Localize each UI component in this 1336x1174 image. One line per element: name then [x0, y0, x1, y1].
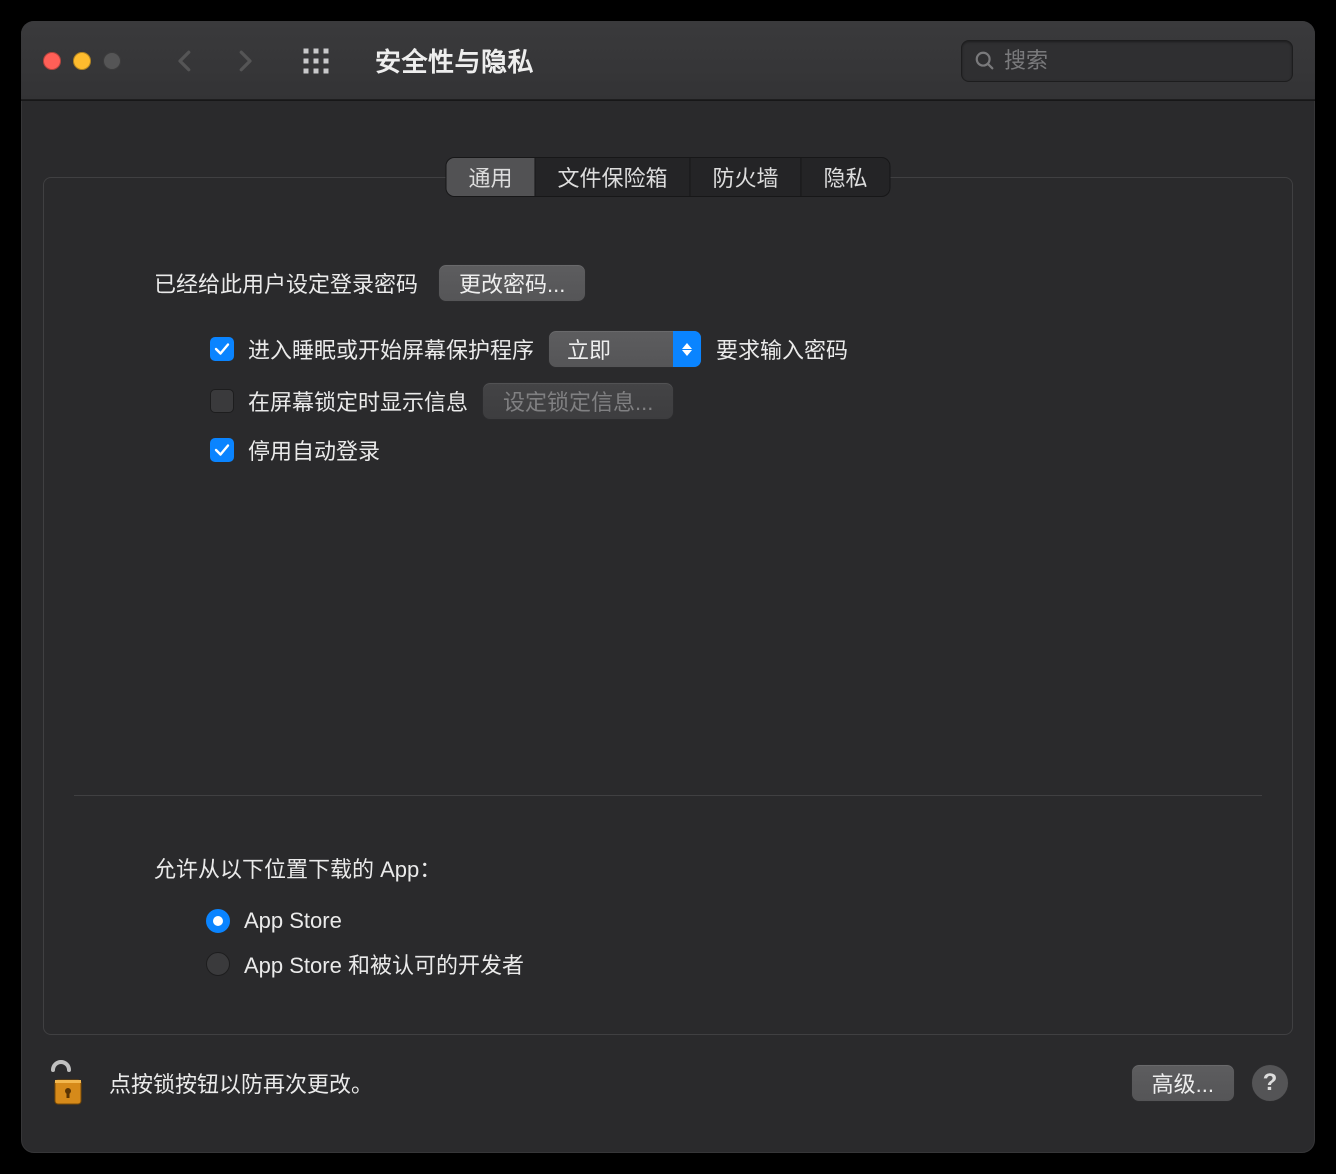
divider	[74, 795, 1262, 796]
allow-apps-appstore-radio[interactable]	[206, 909, 230, 933]
change-password-button[interactable]: 更改密码...	[438, 264, 586, 302]
minimize-window-button[interactable]	[73, 52, 91, 70]
chevron-right-icon	[230, 46, 260, 76]
check-icon	[213, 441, 231, 459]
disable-autologin-row: 停用自动登录	[210, 434, 1182, 466]
allow-apps-identified-label: App Store 和被认可的开发者	[244, 948, 524, 980]
require-password-delay-select[interactable]: 立即	[548, 330, 702, 368]
tab-filevault[interactable]: 文件保险箱	[535, 158, 690, 196]
general-panel: 已经给此用户设定登录密码 更改密码... 进入睡眠或开始屏幕保护程序 立即 要求…	[43, 177, 1293, 1035]
lock-button[interactable]	[47, 1058, 87, 1108]
tabbar: 通用 文件保险箱 防火墙 隐私	[445, 157, 890, 197]
zoom-window-button	[103, 52, 121, 70]
show-lock-message-row: 在屏幕锁定时显示信息 设定锁定信息...	[210, 382, 1182, 420]
search-field-container[interactable]	[961, 40, 1293, 82]
allow-apps-section: 允许从以下位置下载的 App： App Store App Store 和被认可…	[154, 852, 1182, 994]
select-stepper-icon	[673, 331, 701, 367]
grid-icon	[301, 46, 331, 76]
forward-button	[229, 41, 261, 81]
require-password-checkbox[interactable]	[210, 337, 234, 361]
allow-apps-label: 允许从以下位置下载的 App：	[154, 852, 1182, 884]
close-window-button[interactable]	[43, 52, 61, 70]
require-password-prefix: 进入睡眠或开始屏幕保护程序	[248, 333, 534, 365]
preferences-window: 安全性与隐私 已经给此用户设定登录密码 更改密码... 进入睡眠或开始屏幕保护程…	[20, 20, 1316, 1154]
chevron-left-icon	[170, 46, 200, 76]
lock-text: 点按锁按钮以防再次更改。	[109, 1067, 373, 1099]
tab-general[interactable]: 通用	[446, 158, 535, 196]
require-password-row: 进入睡眠或开始屏幕保护程序 立即 要求输入密码	[210, 330, 1182, 368]
window-controls	[43, 52, 121, 70]
allow-apps-identified-radio[interactable]	[206, 952, 230, 976]
footer: 点按锁按钮以防再次更改。 高级... ?	[21, 1043, 1315, 1153]
tab-firewall[interactable]: 防火墙	[691, 158, 802, 196]
search-input[interactable]	[1004, 48, 1292, 74]
content-area: 已经给此用户设定登录密码 更改密码... 进入睡眠或开始屏幕保护程序 立即 要求…	[21, 101, 1315, 1153]
require-password-suffix: 要求输入密码	[716, 333, 848, 365]
nav-group	[169, 41, 261, 81]
allow-apps-appstore-row: App Store	[206, 908, 1182, 934]
help-button[interactable]: ?	[1251, 1064, 1289, 1102]
disable-autologin-checkbox[interactable]	[210, 438, 234, 462]
tab-privacy[interactable]: 隐私	[802, 158, 890, 196]
show-lock-message-label: 在屏幕锁定时显示信息	[248, 385, 468, 417]
show-all-button[interactable]	[301, 46, 331, 76]
password-set-row: 已经给此用户设定登录密码 更改密码...	[154, 264, 1182, 302]
help-icon: ?	[1263, 1069, 1278, 1097]
allow-apps-appstore-label: App Store	[244, 908, 342, 934]
lock-open-icon	[47, 1058, 87, 1108]
titlebar: 安全性与隐私	[21, 21, 1315, 101]
back-button[interactable]	[169, 41, 201, 81]
lock-group: 点按锁按钮以防再次更改。	[47, 1058, 373, 1108]
advanced-button[interactable]: 高级...	[1131, 1064, 1235, 1102]
show-lock-message-checkbox[interactable]	[210, 389, 234, 413]
search-icon	[974, 50, 996, 72]
allow-apps-identified-row: App Store 和被认可的开发者	[206, 948, 1182, 980]
window-title: 安全性与隐私	[375, 42, 534, 79]
check-icon	[213, 340, 231, 358]
set-lock-message-button: 设定锁定信息...	[482, 382, 674, 420]
disable-autologin-label: 停用自动登录	[248, 434, 380, 466]
require-password-delay-value: 立即	[567, 333, 655, 365]
password-set-label: 已经给此用户设定登录密码	[154, 267, 418, 299]
